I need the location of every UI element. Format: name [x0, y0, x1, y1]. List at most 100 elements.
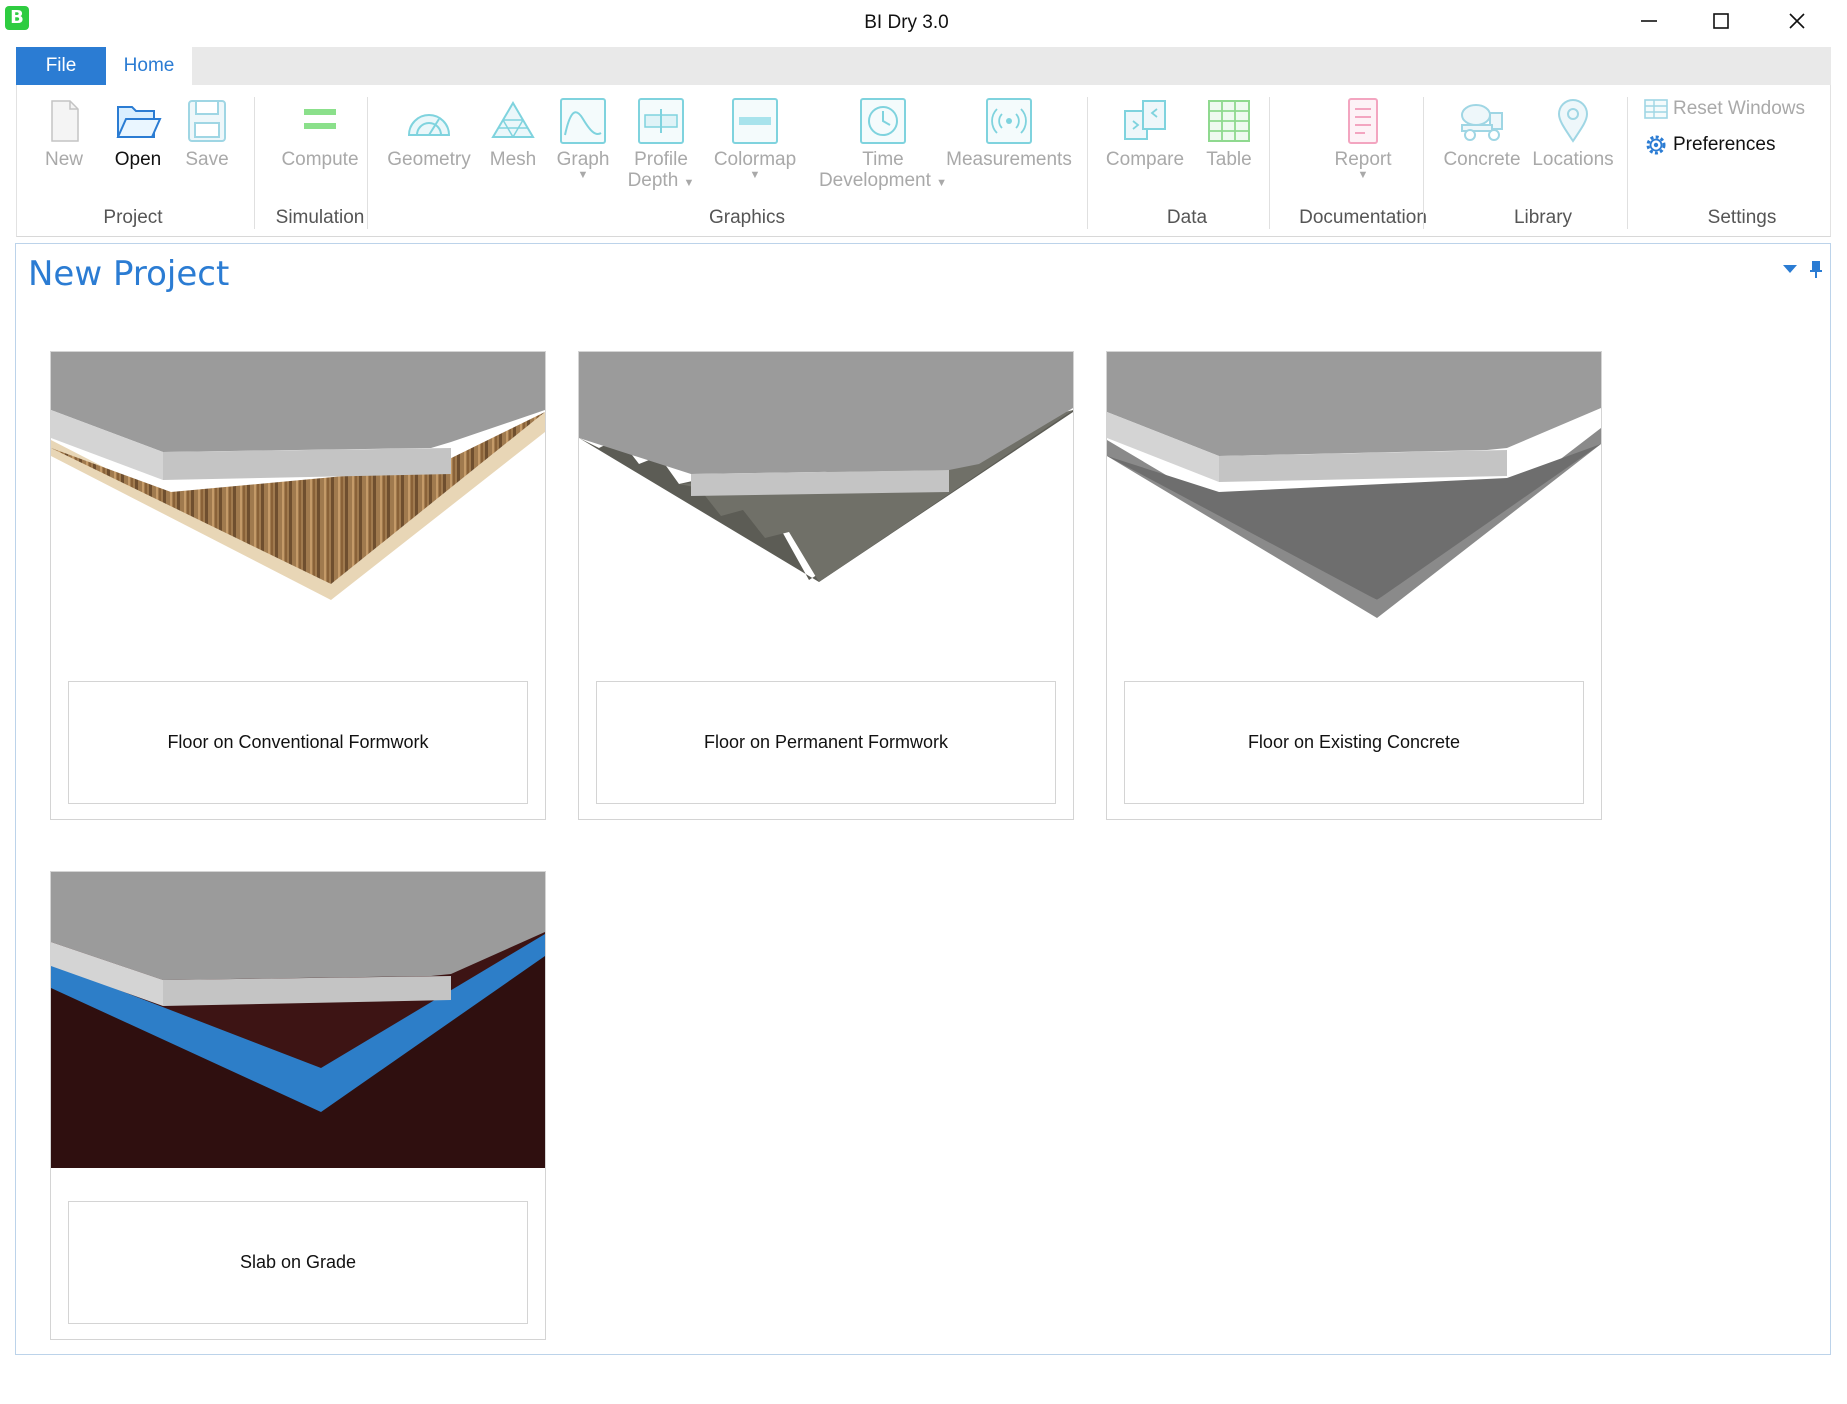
ribbon-separator [1627, 97, 1628, 229]
group-label-library: Library [1513, 207, 1573, 228]
card-label-button[interactable]: Floor on Existing Concrete [1124, 681, 1584, 804]
new-project-panel: New Project Floor on Conventional Formwo… [15, 243, 1831, 1355]
close-button[interactable] [1760, 0, 1834, 42]
report-button[interactable]: Report ▼ [1307, 97, 1419, 181]
compute-button-label: Compute [281, 149, 359, 170]
compare-button-label: Compare [1105, 149, 1185, 170]
mesh-button[interactable]: Mesh [483, 97, 543, 170]
graph-button-label: Graph [556, 149, 610, 170]
profile-depth-dropdown-arrow-icon: ▼ [683, 177, 695, 189]
concrete-mixer-truck-icon [1461, 104, 1503, 141]
save-button[interactable]: Save [175, 97, 239, 170]
close-icon [1789, 13, 1805, 29]
time-development-label-line2: Development [818, 170, 931, 191]
mesh-icon [491, 101, 535, 138]
panel-dropdown-icon[interactable] [1782, 264, 1798, 274]
ribbon-separator [367, 97, 368, 229]
card-label-button[interactable]: Floor on Conventional Formwork [68, 681, 528, 804]
colormap-dropdown-arrow-icon: ▼ [749, 169, 761, 181]
group-label-project: Project [103, 207, 163, 228]
time-development-dropdown-arrow-icon: ▼ [936, 177, 948, 189]
card-label-button[interactable]: Slab on Grade [68, 1201, 528, 1324]
group-label-graphics: Graphics [708, 207, 786, 228]
group-label-simulation: Simulation [275, 207, 365, 228]
measurements-button-label: Measurements [946, 149, 1072, 170]
group-label-documentation: Documentation [1299, 207, 1427, 228]
windows-layout-icon [1644, 99, 1668, 119]
geometry-button[interactable]: Geometry [383, 97, 475, 170]
ribbon-home: New Open Save Project Compute Simulation [16, 85, 1831, 237]
card-label-button[interactable]: Floor on Permanent Formwork [596, 681, 1056, 804]
preferences-button[interactable]: Preferences [1643, 132, 1775, 158]
colormap-button-label: Colormap [713, 149, 797, 170]
project-template-card[interactable]: Slab on Grade [50, 871, 546, 1340]
save-button-label: Save [185, 149, 229, 170]
reset-windows-button[interactable]: Reset Windows [1643, 96, 1805, 122]
open-button-label: Open [114, 149, 162, 170]
project-template-card[interactable]: Floor on Permanent Formwork [578, 351, 1074, 820]
ribbon-separator [1087, 97, 1088, 229]
protractor-icon [407, 114, 451, 136]
profile-depth-label-line1: Profile [634, 149, 688, 170]
colormap-icon [732, 98, 778, 144]
ribbon-separator [1269, 97, 1270, 229]
profile-depth-icon [638, 98, 684, 144]
conventional-formwork-image [51, 352, 545, 648]
group-label-data: Data [1166, 207, 1208, 228]
save-icon [188, 100, 226, 142]
locations-button-label: Locations [1532, 149, 1614, 170]
colormap-button[interactable]: Colormap ▼ [707, 97, 803, 181]
new-button[interactable]: New [32, 97, 96, 170]
table-icon [1208, 100, 1250, 142]
time-development-label-line1: Time [862, 149, 904, 170]
minimize-icon [1641, 20, 1657, 22]
reset-windows-label: Reset Windows [1673, 98, 1805, 119]
ribbon-tab-strip: File Home [16, 47, 1831, 85]
existing-concrete-image [1107, 352, 1601, 648]
maximize-button[interactable] [1684, 0, 1758, 42]
project-template-card[interactable]: Floor on Existing Concrete [1106, 351, 1602, 820]
compare-button[interactable]: Compare [1099, 97, 1191, 170]
open-button[interactable]: Open [103, 97, 173, 170]
report-icon [1348, 98, 1378, 144]
compare-icon [1124, 100, 1166, 140]
pin-icon[interactable] [1810, 260, 1822, 278]
graph-icon [560, 98, 606, 144]
compute-button[interactable]: Compute [265, 97, 375, 170]
permanent-formwork-image [579, 352, 1073, 648]
maximize-icon [1713, 13, 1729, 29]
project-template-card[interactable]: Floor on Conventional Formwork [50, 351, 546, 820]
group-label-settings: Settings [1707, 207, 1777, 228]
window-title: BI Dry 3.0 [864, 12, 949, 33]
panel-controls [1782, 260, 1822, 278]
minimize-button[interactable] [1612, 0, 1686, 42]
location-pin-icon [1557, 99, 1589, 143]
profile-depth-label-line2: Depth [627, 170, 679, 191]
clock-icon [860, 98, 906, 144]
new-file-icon [51, 100, 79, 142]
mesh-button-label: Mesh [489, 149, 537, 170]
open-folder-icon [116, 106, 162, 138]
tab-file[interactable]: File [16, 47, 106, 85]
graph-button[interactable]: Graph ▼ [551, 97, 615, 181]
graph-dropdown-arrow-icon: ▼ [577, 169, 589, 181]
table-button-label: Table [1206, 149, 1252, 170]
locations-button[interactable]: Locations [1529, 97, 1617, 170]
compute-icon [304, 109, 336, 129]
report-button-label: Report [1334, 149, 1392, 170]
concrete-button-label: Concrete [1443, 149, 1521, 170]
gear-icon [1646, 135, 1666, 155]
sensor-signal-icon [986, 98, 1032, 144]
concrete-button[interactable]: Concrete [1437, 97, 1527, 170]
table-button[interactable]: Table [1199, 97, 1259, 170]
profile-depth-button[interactable]: Profile Depth ▼ [623, 97, 699, 194]
tab-home[interactable]: Home [106, 47, 192, 85]
slab-on-grade-image [51, 872, 545, 1168]
report-dropdown-arrow-icon: ▼ [1357, 169, 1369, 181]
ribbon-separator [1423, 97, 1424, 229]
panel-title: New Project [28, 254, 230, 294]
measurements-button[interactable]: Measurements [943, 97, 1075, 170]
geometry-button-label: Geometry [387, 149, 471, 170]
preferences-label: Preferences [1673, 134, 1776, 155]
new-button-label: New [44, 149, 83, 170]
